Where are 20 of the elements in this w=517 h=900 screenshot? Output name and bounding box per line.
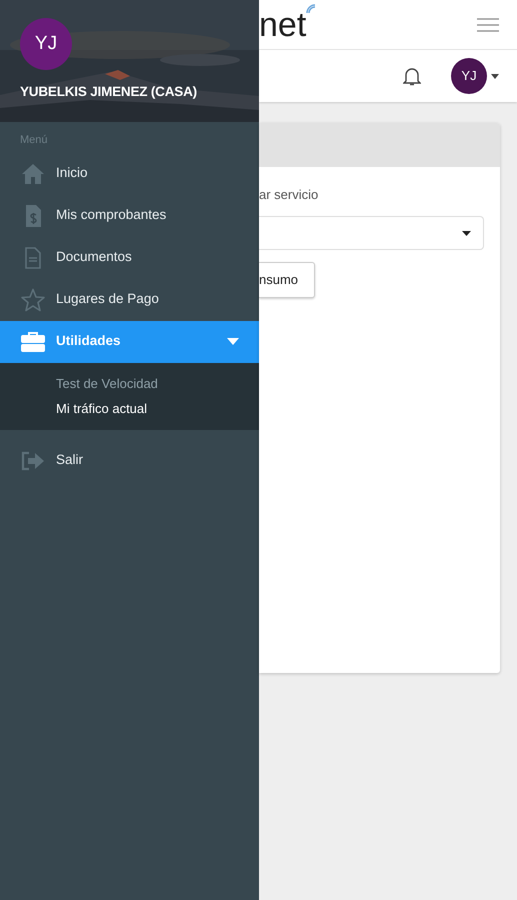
submenu-item[interactable]: Test de Velocidad [0, 370, 158, 396]
home-icon [20, 162, 46, 186]
menu-item[interactable]: Inicio [0, 152, 259, 194]
submenu-item[interactable]: Mi tráfico actual [0, 396, 148, 422]
field-label: ar servicio [259, 186, 318, 204]
avatar-button[interactable]: YJ [451, 58, 487, 94]
bell-icon[interactable] [403, 66, 421, 86]
caret-icon [462, 230, 471, 236]
toolbox-icon [20, 330, 46, 354]
menu-item[interactable]: Documentos [0, 236, 259, 278]
consult-button[interactable]: nsumo [259, 262, 315, 298]
menu-icon[interactable] [477, 18, 499, 32]
user-name: YUBELKIS JIMENEZ (CASA) [20, 83, 197, 101]
caret-icon [227, 338, 239, 345]
star-icon [20, 288, 46, 312]
menu-item[interactable]: Lugares de Pago [0, 278, 259, 320]
menu-item[interactable]: Salir [0, 440, 259, 482]
caret-icon[interactable] [491, 74, 499, 78]
menu-item[interactable]: Mis comprobantes [0, 194, 259, 236]
select-field[interactable] [259, 216, 484, 250]
